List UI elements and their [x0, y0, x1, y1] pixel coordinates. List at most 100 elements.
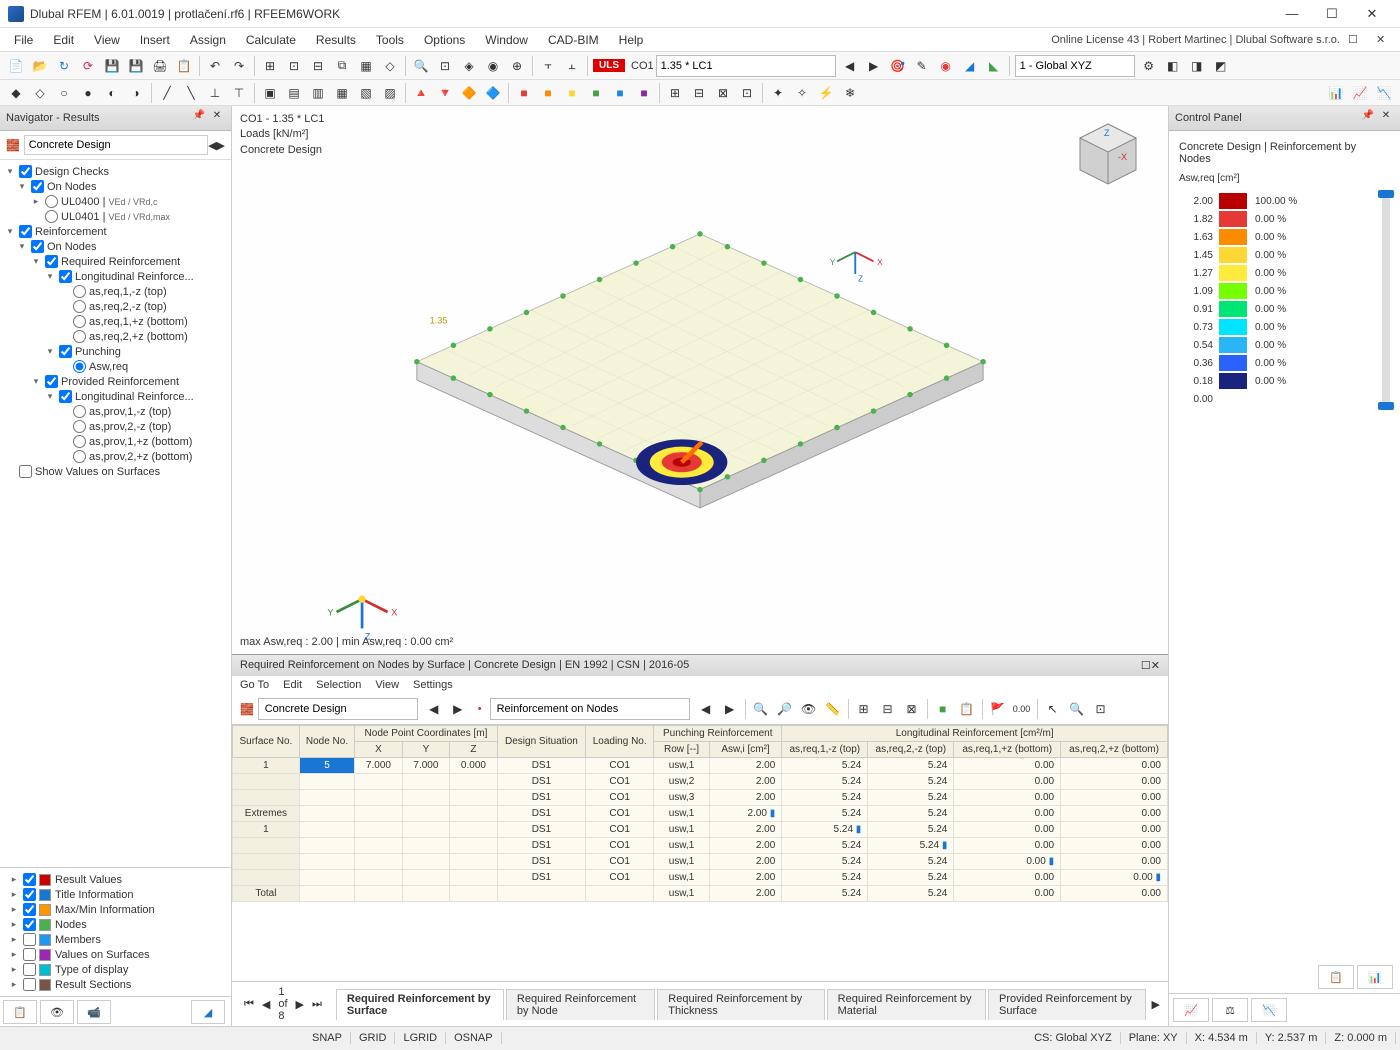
- bt-tool-icon[interactable]: 🔍: [750, 698, 772, 720]
- bt-tool-icon[interactable]: 0.00: [1011, 698, 1033, 720]
- menu-results[interactable]: Results: [306, 30, 366, 50]
- tree-item[interactable]: UL0401 | VEd / VRd,max: [2, 209, 229, 224]
- save-all-icon[interactable]: 💾: [125, 55, 147, 77]
- prev-combo-icon[interactable]: ◀: [839, 55, 861, 77]
- tool-icon[interactable]: ■: [585, 82, 607, 104]
- tool-icon[interactable]: ○: [53, 82, 75, 104]
- tool-icon[interactable]: ◣: [983, 55, 1005, 77]
- print-icon[interactable]: 🖨: [149, 55, 171, 77]
- pin-icon[interactable]: 📌: [191, 110, 207, 126]
- menu-options[interactable]: Options: [414, 30, 475, 50]
- display-options-tree[interactable]: ▸Result Values▸Title Information▸Max/Min…: [0, 867, 231, 996]
- status-grid[interactable]: GRID: [351, 1032, 396, 1044]
- category-dropdown[interactable]: [24, 135, 208, 155]
- cp-pin-icon[interactable]: 📌: [1360, 110, 1376, 126]
- menu-tools[interactable]: Tools: [366, 30, 414, 50]
- bt-tool-icon[interactable]: ⊠: [901, 698, 923, 720]
- bt-tool-icon[interactable]: ⊟: [877, 698, 899, 720]
- tool-icon[interactable]: ▦: [331, 82, 353, 104]
- table-design-dropdown[interactable]: [258, 698, 418, 720]
- display-option[interactable]: ▸Result Values: [2, 872, 229, 887]
- tool-icon[interactable]: ◑: [125, 82, 147, 104]
- tool-icon[interactable]: ✦: [767, 82, 789, 104]
- tree-item[interactable]: ▾Punching: [2, 344, 229, 359]
- bt-prev-icon[interactable]: ◀: [423, 698, 445, 720]
- tree-item[interactable]: as,req,2,+z (bottom): [2, 329, 229, 344]
- results-table[interactable]: Surface No.Node No.Node Point Coordinate…: [232, 725, 1168, 902]
- tool-icon[interactable]: ╱: [156, 82, 178, 104]
- bt-tool-icon[interactable]: ■: [932, 698, 954, 720]
- close-button[interactable]: ✕: [1352, 0, 1392, 28]
- table-tab[interactable]: Required Reinforcement by Node: [506, 989, 655, 1020]
- tree-item[interactable]: ▾Provided Reinforcement: [2, 374, 229, 389]
- tool-icon[interactable]: ⊟: [688, 82, 710, 104]
- tool-icon[interactable]: 📊: [1325, 82, 1347, 104]
- tree-item[interactable]: ▾On Nodes: [2, 179, 229, 194]
- tree-item[interactable]: as,prov,1,-z (top): [2, 404, 229, 419]
- tool-icon[interactable]: 🔶: [458, 82, 480, 104]
- tool-icon[interactable]: ◢: [959, 55, 981, 77]
- cp-tab-1[interactable]: 📈: [1173, 998, 1209, 1022]
- viewport[interactable]: CO1 - 1.35 * LC1 Loads [kN/m²] Concrete …: [232, 106, 1168, 1026]
- left-tab-1[interactable]: 📋: [3, 1000, 37, 1024]
- bt-prev2-icon[interactable]: ◀: [695, 698, 717, 720]
- menu-assign[interactable]: Assign: [180, 30, 236, 50]
- table-restore-icon[interactable]: ☐: [1141, 659, 1151, 672]
- cp-btn-2[interactable]: 📊: [1357, 965, 1393, 989]
- bt-tool-icon[interactable]: 📏: [822, 698, 844, 720]
- left-tab-2[interactable]: 👁: [40, 1000, 74, 1024]
- cycle-icon[interactable]: ⟳: [77, 55, 99, 77]
- tree-item[interactable]: as,req,1,+z (bottom): [2, 314, 229, 329]
- tool-icon[interactable]: 🎯: [887, 55, 909, 77]
- tool-icon[interactable]: ⊠: [712, 82, 734, 104]
- table-tab[interactable]: Provided Reinforcement by Surface: [988, 989, 1146, 1020]
- tool-icon[interactable]: ⧉: [331, 55, 353, 77]
- bt-next-icon[interactable]: ▶: [447, 698, 469, 720]
- menu-cad-bim[interactable]: CAD-BIM: [538, 30, 609, 50]
- tree-item[interactable]: ▸UL0400 | VEd / VRd,c: [2, 194, 229, 209]
- display-option[interactable]: ▸Members: [2, 932, 229, 947]
- tool-icon[interactable]: 📉: [1373, 82, 1395, 104]
- bt-next2-icon[interactable]: ▶: [719, 698, 741, 720]
- child-restore-button[interactable]: ☐: [1348, 33, 1368, 46]
- tree-item[interactable]: ▾Required Reinforcement: [2, 254, 229, 269]
- report-icon[interactable]: 📋: [173, 55, 195, 77]
- left-tab-4[interactable]: ◢: [191, 1000, 225, 1024]
- tool-icon[interactable]: ◐: [101, 82, 123, 104]
- tool-icon[interactable]: ◧: [1162, 55, 1184, 77]
- bt-tool-icon[interactable]: ⊞: [853, 698, 875, 720]
- display-option[interactable]: ▸Result Sections: [2, 977, 229, 992]
- display-option[interactable]: ▸Max/Min Information: [2, 902, 229, 917]
- tree-item[interactable]: as,prov,2,-z (top): [2, 419, 229, 434]
- menu-help[interactable]: Help: [609, 30, 654, 50]
- tree-item[interactable]: Show Values on Surfaces: [2, 464, 229, 479]
- tool-icon[interactable]: 📈: [1349, 82, 1371, 104]
- tool-icon[interactable]: ▥: [307, 82, 329, 104]
- tool-icon[interactable]: ●: [77, 82, 99, 104]
- tool-icon[interactable]: ❄: [839, 82, 861, 104]
- tool-icon[interactable]: ✎: [911, 55, 933, 77]
- tree-item[interactable]: ▾Reinforcement: [2, 224, 229, 239]
- zoom-icon[interactable]: 🔍: [410, 55, 432, 77]
- status-lgrid[interactable]: LGRID: [395, 1032, 446, 1044]
- undo-icon[interactable]: ↶: [204, 55, 226, 77]
- page-first-icon[interactable]: ⏮: [244, 998, 254, 1011]
- load-combo-dropdown[interactable]: [656, 55, 836, 77]
- tool-icon[interactable]: ◆: [5, 82, 27, 104]
- bt-tool-icon[interactable]: 📋: [956, 698, 978, 720]
- tool-icon[interactable]: ✧: [791, 82, 813, 104]
- tool-icon[interactable]: ⊤: [228, 82, 250, 104]
- table-tab[interactable]: Required Reinforcement by Thickness: [657, 989, 824, 1020]
- menu-calculate[interactable]: Calculate: [236, 30, 306, 50]
- navigator-tree[interactable]: ▾Design Checks▾On Nodes▸UL0400 | VEd / V…: [0, 160, 231, 867]
- table-menu-edit[interactable]: Edit: [283, 679, 302, 691]
- cp-close-icon[interactable]: ✕: [1378, 110, 1394, 126]
- tree-item[interactable]: ▾Design Checks: [2, 164, 229, 179]
- display-option[interactable]: ▸Type of display: [2, 962, 229, 977]
- tool-icon[interactable]: ◩: [1210, 55, 1232, 77]
- bt-tool-icon[interactable]: 🔍: [1066, 698, 1088, 720]
- table-tab[interactable]: Required Reinforcement by Surface: [336, 989, 504, 1020]
- tool-icon[interactable]: ▤: [283, 82, 305, 104]
- tool-icon[interactable]: ◉: [935, 55, 957, 77]
- maximize-button[interactable]: ☐: [1312, 0, 1352, 28]
